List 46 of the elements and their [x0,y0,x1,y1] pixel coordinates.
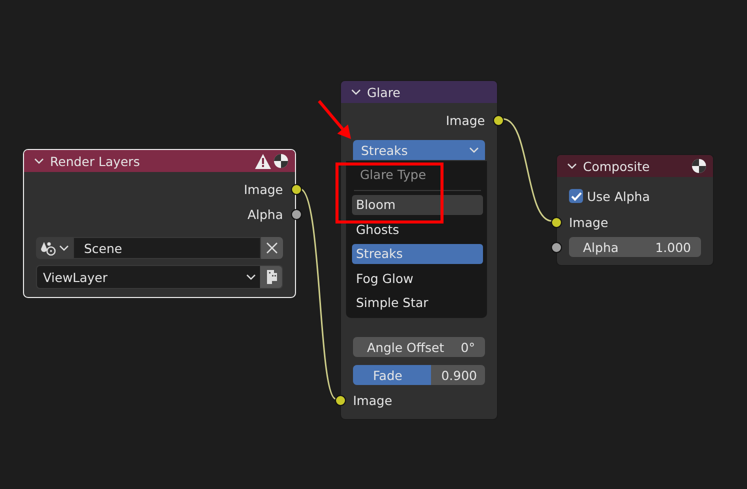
chevron-icon[interactable] [567,163,577,169]
socket-label: Alpha [247,206,283,222]
node-title: Render Layers [50,154,141,168]
dropdown[interactable]: Streaks [353,140,485,160]
menu-item[interactable]: Streaks [352,244,483,264]
menu-item[interactable]: Bloom [352,195,483,215]
layer-icon[interactable] [260,266,282,288]
menu-item[interactable]: Fog Glow [352,268,483,289]
menu-item[interactable]: Ghosts [352,220,483,240]
render-icon [273,153,289,169]
socket[interactable] [291,184,302,195]
slider-label: Fade [372,368,402,382]
node-card[interactable]: Render Layers Image Alpha Scene ViewLayer [23,149,296,298]
menu-item[interactable]: Simple Star [352,293,483,314]
slider-value: 0.900 [441,368,478,382]
socket[interactable] [551,217,562,228]
node-header[interactable]: Composite [557,155,713,177]
chevron-icon[interactable] [351,89,361,95]
chevron-icon[interactable] [246,274,256,280]
node-header[interactable]: Render Layers [24,150,295,172]
node-header[interactable]: Glare [341,81,497,103]
socket[interactable] [335,395,346,406]
number-field[interactable]: Angle Offset 0° [353,337,485,357]
warning-icon [255,154,271,168]
checkbox[interactable] [569,189,583,203]
socket-label: Image [569,214,608,230]
render-icon [691,158,707,174]
socket-label: Image [244,182,283,196]
checkbox-label[interactable]: Use Alpha [587,188,650,204]
node-card[interactable]: Composite Use Alpha Image Alpha 1.000 [556,154,714,266]
node-title: Composite [583,158,651,174]
number-field[interactable]: Alpha 1.000 [569,237,701,257]
socket-label: Image [353,392,392,408]
slider[interactable]: Fade 0.900 [353,365,485,385]
scene-field[interactable]: Scene [73,237,261,259]
socket[interactable] [291,209,302,220]
scene-icon [40,240,56,256]
node-title: Glare [367,84,402,100]
socket-label: Image [446,112,485,128]
scene-selector[interactable] [36,237,73,259]
menu-title: Glare Type [359,167,428,183]
chevron-icon[interactable] [59,245,69,251]
chevron-icon[interactable] [34,158,44,164]
close-icon[interactable] [261,237,283,259]
socket[interactable] [493,115,504,126]
socket[interactable] [551,242,562,253]
